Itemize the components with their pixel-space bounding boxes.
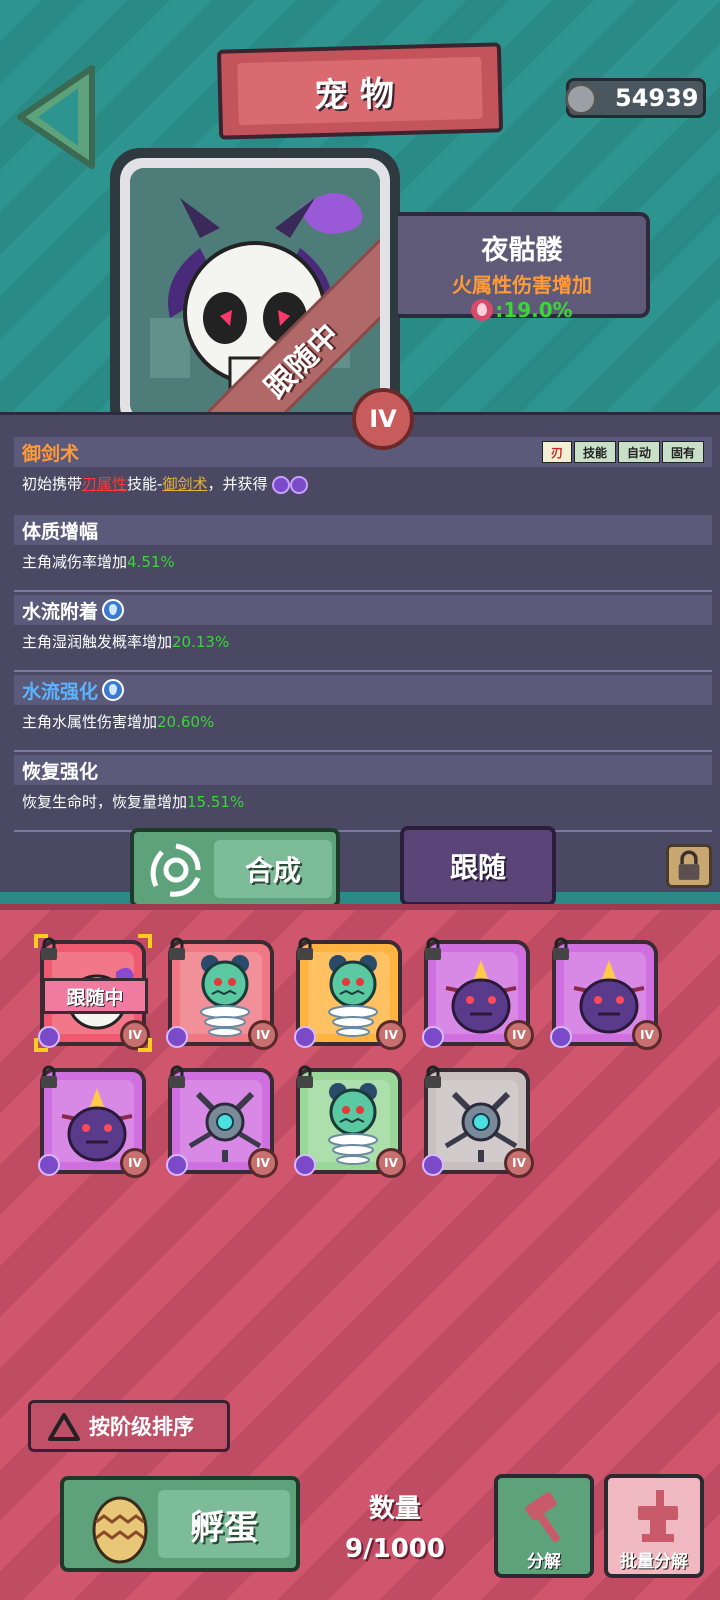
decompose-button[interactable]: 分解: [494, 1474, 594, 1578]
sword-buff-icon: [272, 475, 291, 494]
skill-description: 主角湿润触发概率增加20.13%: [22, 633, 230, 651]
count-value: 9/1000: [345, 1534, 445, 1564]
skill-title: 水流附着: [14, 595, 712, 625]
pet-effect-value: :19.0%: [495, 298, 573, 322]
divider: [14, 590, 712, 592]
element-icon: [166, 1026, 188, 1048]
following-tag: 跟随中: [42, 978, 148, 1014]
lock-button[interactable]: [666, 844, 712, 888]
skill-tag: 自动: [617, 441, 660, 463]
pet-tier-badge: IV: [352, 388, 414, 450]
tier-badge: IV: [632, 1020, 662, 1050]
tier-badge: IV: [504, 1020, 534, 1050]
tier-badge: IV: [376, 1148, 406, 1178]
element-icon: [550, 1026, 572, 1048]
divider: [14, 670, 712, 672]
skill-description: 初始携带刃属性技能-御剑术，并获得: [14, 467, 712, 500]
pet-card[interactable]: IV: [294, 1065, 406, 1178]
element-icon: [166, 1154, 188, 1176]
merge-button[interactable]: 合成: [130, 828, 340, 908]
follow-button[interactable]: 跟随: [400, 826, 556, 906]
tier-badge: IV: [248, 1020, 278, 1050]
pet-name: 夜骷髅: [481, 235, 563, 266]
tier-badge: IV: [248, 1148, 278, 1178]
sword-buff-icon: [290, 475, 309, 494]
tier-badge: IV: [504, 1148, 534, 1178]
lock-icon: [297, 937, 313, 960]
skill-title: 水流强化: [14, 675, 712, 705]
element-icon: [422, 1026, 444, 1048]
skill-tag: 技能: [573, 441, 616, 463]
skill-item: 恢复强化 恢复生命时，恢复量增加15.51%: [14, 755, 712, 818]
selection-corner: [138, 1038, 152, 1052]
water-drop-icon: [102, 679, 125, 701]
selection-corner: [34, 1038, 48, 1052]
fire-element-icon: [471, 299, 494, 321]
pet-info-panel: 夜骷髅 火属性伤害增加 :19.0%: [398, 212, 650, 322]
pet-card[interactable]: IV: [422, 937, 534, 1050]
pet-card[interactable]: IV: [422, 1065, 534, 1178]
element-icon: [422, 1154, 444, 1176]
skill-title: 恢复强化: [14, 755, 712, 785]
selection-corner: [138, 934, 152, 948]
lock-icon: [297, 1065, 313, 1088]
coin-icon: [565, 83, 597, 115]
skill-title: 体质增幅: [14, 515, 712, 545]
skill-description: 恢复生命时，恢复量增加15.51%: [22, 793, 245, 811]
count-label: 数量: [368, 1494, 421, 1524]
pet-portrait: 跟随中: [110, 148, 400, 438]
lock-icon: [169, 1065, 185, 1088]
skill-item: 水流强化 主角水属性伤害增加20.60%: [14, 675, 712, 738]
pet-card[interactable]: IV: [294, 937, 406, 1050]
skills-panel: 御剑术 刃 技能 自动 固有 初始携带刃属性技能-御剑术，并获得 体质增幅 主角…: [0, 412, 720, 892]
selection-corner: [34, 934, 48, 948]
padlock-icon: [678, 850, 700, 880]
pet-effect: 火属性伤害增加: [452, 273, 592, 297]
batch-decompose-button[interactable]: 批量分解: [604, 1474, 704, 1578]
lock-icon: [425, 937, 441, 960]
egg-icon: [92, 1496, 148, 1564]
lock-icon: [41, 1065, 57, 1088]
water-drop-icon: [102, 599, 125, 621]
pet-card[interactable]: IV 跟随中: [34, 934, 152, 1052]
skill-item: 御剑术 刃 技能 自动 固有 初始携带刃属性技能-御剑术，并获得: [14, 437, 712, 500]
lock-icon: [169, 937, 185, 960]
divider: [14, 750, 712, 752]
sort-by-tier-button[interactable]: 按阶级排序: [28, 1400, 230, 1452]
tier-badge: IV: [120, 1148, 150, 1178]
anvil-icon: [638, 1490, 678, 1542]
element-icon: [294, 1026, 316, 1048]
pet-card[interactable]: IV: [166, 1065, 278, 1178]
currency-display: 54939: [565, 78, 706, 118]
element-icon: [38, 1154, 60, 1176]
skill-tag: 固有: [661, 441, 704, 463]
lock-icon: [553, 937, 569, 960]
lock-icon: [425, 1065, 441, 1088]
skill-tag: 刃: [541, 441, 572, 463]
pet-card[interactable]: IV: [38, 1065, 150, 1178]
skill-description: 主角水属性伤害增加20.60%: [22, 713, 215, 731]
swirl-icon: [150, 843, 201, 897]
page-title-board: 宠物: [216, 42, 504, 140]
hatch-egg-button[interactable]: 孵蛋: [60, 1476, 300, 1572]
page-title: 宠物: [313, 73, 407, 116]
pet-card[interactable]: IV: [550, 937, 662, 1050]
divider: [14, 830, 712, 832]
triangle-sort-icon: [48, 1413, 80, 1441]
pet-card[interactable]: IV: [166, 937, 278, 1050]
skill-description: 主角减伤率增加4.51%: [22, 553, 175, 571]
skill-item: 体质增幅 主角减伤率增加4.51%: [14, 515, 712, 578]
element-icon: [294, 1154, 316, 1176]
back-button[interactable]: [12, 62, 102, 172]
hammer-icon: [525, 1492, 560, 1543]
skill-item: 水流附着 主角湿润触发概率增加20.13%: [14, 595, 712, 658]
back-arrow-icon: [17, 65, 95, 169]
tier-badge: IV: [376, 1020, 406, 1050]
currency-value: 54939: [615, 84, 699, 112]
